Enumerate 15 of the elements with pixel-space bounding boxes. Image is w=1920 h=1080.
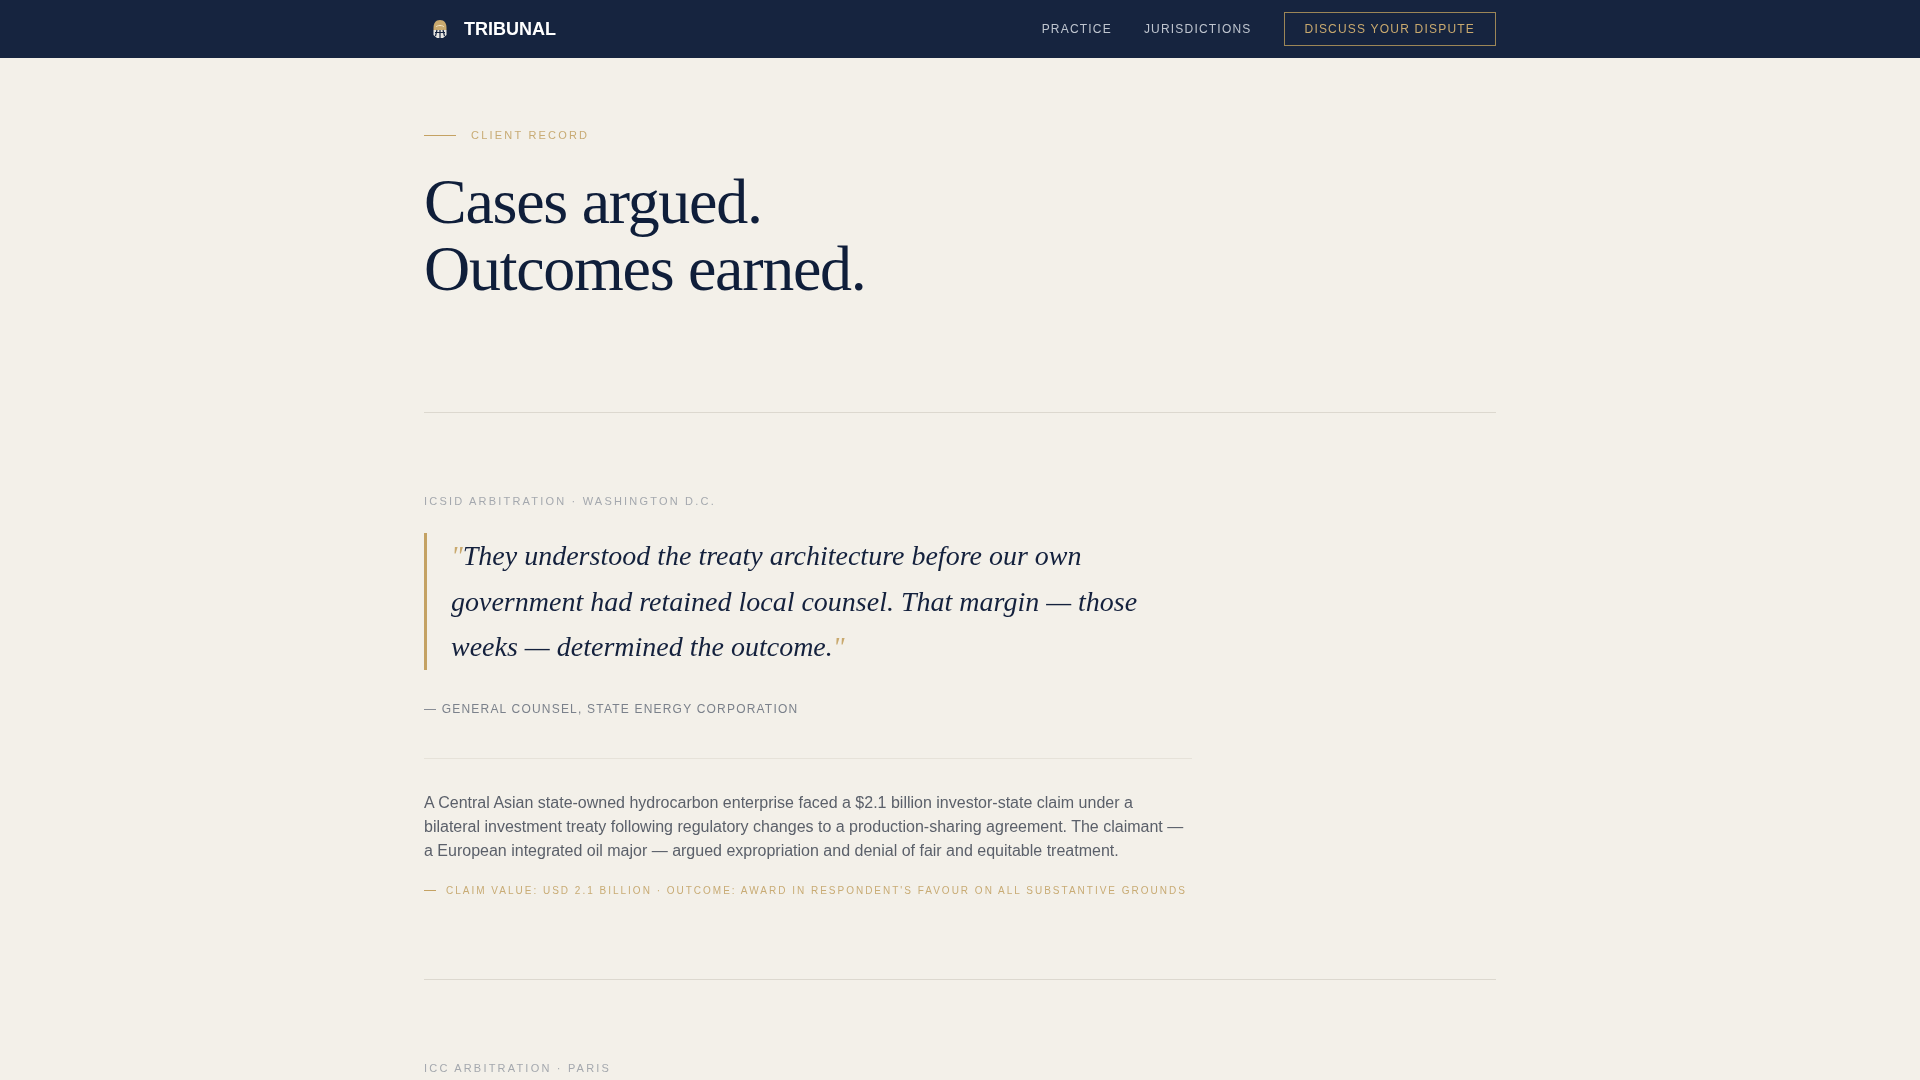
- accent-line: [424, 890, 436, 891]
- page-heading: Cases argued. Outcomes earned.: [424, 168, 866, 302]
- case-outcome-meta: CLAIM VALUE: USD 2.1 BILLION · OUTCOME: AWARD IN RESPONDENT'S FAVOUR ON ALL SUBSTANTIVE GROUNDS: [446, 883, 1187, 898]
- case-summary: A Central Asian state-owned hydrocarbon enterprise faced a $2.1 billion investor-state claim under a bilateral investment treaty following regulatory changes to a production-sharing agreement. The claimant — a European integrated oil major — argued expropriation and denial of fair and equitable treatment.: [424, 792, 1185, 861]
- quote-attribution: — GENERAL COUNSEL, STATE ENERGY CORPORATION: [424, 700, 799, 718]
- venue-label: ICSID ARBITRATION · WASHINGTON D.C.: [424, 494, 716, 509]
- venue-label: ICC ARBITRATION · PARIS: [424, 1060, 612, 1076]
- discuss-dispute-button[interactable]: DISCUSS YOUR DISPUTE: [1283, 12, 1496, 46]
- helmet-icon: [432, 19, 448, 39]
- nav-link[interactable]: PRACTICE: [1041, 20, 1112, 38]
- nav-link[interactable]: JURISDICTIONS: [1143, 20, 1252, 38]
- brand-name[interactable]: TRIBUNAL: [464, 20, 556, 38]
- eyebrow-label: CLIENT RECORD: [471, 128, 590, 142]
- quote-text: "They understood the treaty architecture before our own government had retained local counsel. That margin — those weeks — determined the outcome.": [451, 539, 1139, 664]
- accent-line: [424, 134, 456, 136]
